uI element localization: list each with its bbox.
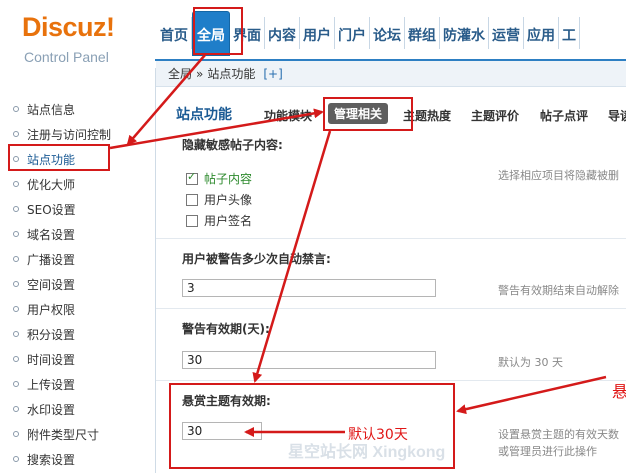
tab-guide[interactable]: 导读 [608, 107, 626, 124]
warn-ban-hint: 警告有效期结束自动解除 [498, 284, 619, 297]
sidebar-item-label: 用户权限 [27, 302, 76, 317]
sidebar-item-upload[interactable]: 上传设置 [13, 373, 75, 395]
sidebar-item-label: SEO设置 [27, 202, 76, 217]
sidebar-item-time[interactable]: 时间设置 [13, 348, 75, 370]
sidebar-item-label: 注册与访问控制 [27, 127, 112, 142]
warn-expiry-hint: 默认为 30 天 [498, 356, 563, 369]
sidebar-item-attachment-types[interactable]: 附件类型尺寸 [13, 423, 99, 445]
sidebar-item-credits[interactable]: 积分设置 [13, 323, 75, 345]
annotation-box-management-tab [323, 97, 413, 131]
sidebar-item-registration[interactable]: 注册与访问控制 [13, 123, 111, 145]
nav-item-users[interactable]: 用户 [300, 17, 335, 49]
sidebar-item-label: 空间设置 [27, 277, 76, 292]
warn-ban-input[interactable] [182, 279, 436, 297]
checkbox-user-avatar[interactable]: 用户头像 [186, 191, 252, 208]
checkbox-checked-icon [186, 170, 198, 185]
bullet-icon [13, 256, 19, 262]
nav-item-antispam[interactable]: 防灌水 [440, 17, 489, 49]
sidebar-item-watermark[interactable]: 水印设置 [13, 398, 75, 420]
tab-modules[interactable]: 功能模块 [264, 107, 312, 124]
sidebar-item-label: 域名设置 [27, 227, 76, 242]
sidebar-item-label: 水印设置 [27, 402, 76, 417]
sidebar-item-label: 搜索设置 [27, 452, 76, 467]
bullet-icon [13, 106, 19, 112]
sidebar-item-label: 附件类型尺寸 [27, 427, 100, 442]
sidebar-item-label: 优化大师 [27, 177, 76, 192]
bullet-icon [13, 281, 19, 287]
bullet-icon [13, 331, 19, 337]
sidebar-item-broadcast[interactable]: 广播设置 [13, 248, 75, 270]
nav-item-apps[interactable]: 应用 [524, 17, 559, 49]
add-shortcut-link[interactable]: [+] [263, 67, 282, 81]
sidebar-item-seo[interactable]: SEO设置 [13, 198, 76, 220]
divider [156, 238, 626, 239]
hide-sensitive-hint: 选择相应项目将隐藏被删 [498, 169, 619, 182]
checkbox-icon [186, 193, 198, 206]
bullet-icon [13, 131, 19, 137]
logo: Discuz! Control Panel [0, 0, 155, 68]
sidebar-item-space[interactable]: 空间设置 [13, 273, 75, 295]
bullet-icon [13, 381, 19, 387]
bullet-icon [13, 456, 19, 462]
reward-expiry-hint-2: 或管理员进行此操作 [498, 445, 597, 458]
sidebar-item-label: 站点信息 [27, 102, 76, 117]
warn-expiry-input[interactable] [182, 351, 436, 369]
sidebar-item-optimizer[interactable]: 优化大师 [13, 173, 75, 195]
annotation-box-global [193, 7, 243, 55]
checkbox-label: 用户头像 [204, 193, 253, 207]
watermark: 星空站长网 Xingkong [288, 444, 446, 461]
checkbox-post-content[interactable]: 帖子内容 [186, 170, 252, 187]
sidebar: 站点信息 注册与访问控制 站点功能 优化大师 SEO设置 域名设置 广播设置 空… [0, 68, 156, 473]
nav-item-portal[interactable]: 门户 [335, 17, 370, 49]
nav-item-operations[interactable]: 运营 [489, 17, 524, 49]
nav-item-content[interactable]: 内容 [265, 17, 300, 49]
tab-thread-rating[interactable]: 主题评价 [471, 107, 519, 124]
sidebar-item-permissions[interactable]: 用户权限 [13, 298, 75, 320]
bullet-icon [13, 406, 19, 412]
checkbox-user-signature[interactable]: 用户签名 [186, 212, 252, 229]
page-title: 站点功能 [176, 107, 232, 123]
nav-item-groups[interactable]: 群组 [405, 17, 440, 49]
bullet-icon [13, 206, 19, 212]
nav-item-tools[interactable]: 工 [559, 17, 580, 49]
bullet-icon [13, 431, 19, 437]
breadcrumb-root[interactable]: 全局 [168, 65, 192, 82]
nav-item-forum[interactable]: 论坛 [370, 17, 405, 49]
checkbox-label: 用户签名 [204, 214, 253, 228]
bullet-icon [13, 356, 19, 362]
breadcrumb: 全局 » 站点功能 [+] [156, 61, 626, 87]
divider [156, 308, 626, 309]
annotation-edge-char: 悬 [612, 382, 626, 401]
sidebar-item-label: 时间设置 [27, 352, 76, 367]
tab-post-comments[interactable]: 帖子点评 [540, 107, 588, 124]
logo-name: Discuz! [22, 12, 115, 42]
sidebar-item-label: 上传设置 [27, 377, 76, 392]
sidebar-item-label: 广播设置 [27, 252, 76, 267]
bullet-icon [13, 181, 19, 187]
warn-expiry-label: 警告有效期(天): [182, 322, 270, 336]
sidebar-item-search[interactable]: 搜索设置 [13, 448, 75, 470]
hide-sensitive-label: 隐藏敏感帖子内容: [182, 138, 283, 152]
checkbox-icon [186, 214, 198, 227]
logo-subtitle: Control Panel [24, 49, 109, 65]
annotation-box-site-features [8, 144, 110, 171]
checkbox-label: 帖子内容 [204, 172, 253, 186]
warn-ban-label: 用户被警告多少次自动禁言: [182, 252, 331, 266]
bullet-icon [13, 306, 19, 312]
sidebar-item-label: 积分设置 [27, 327, 76, 342]
sidebar-item-domain[interactable]: 域名设置 [13, 223, 75, 245]
divider [156, 380, 626, 381]
breadcrumb-separator: » [196, 66, 204, 81]
bullet-icon [13, 231, 19, 237]
breadcrumb-current: 站点功能 [207, 67, 256, 81]
reward-expiry-hint: 设置悬赏主题的有效天数 [498, 428, 619, 441]
nav-item-home[interactable]: 首页 [155, 17, 192, 49]
sidebar-item-site-info[interactable]: 站点信息 [13, 98, 75, 120]
